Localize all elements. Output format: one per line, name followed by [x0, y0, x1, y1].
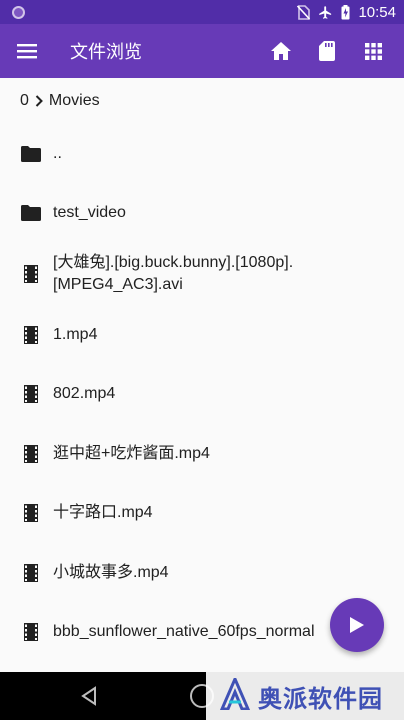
breadcrumb-root[interactable]: 0 [20, 92, 29, 110]
menu-button[interactable] [0, 24, 54, 78]
play-fab-button[interactable] [330, 598, 384, 652]
film-icon [20, 263, 42, 285]
app-bar: 文件浏览 [0, 24, 404, 78]
chevron-right-icon [35, 95, 43, 107]
airplane-icon [318, 5, 333, 20]
item-name: test_video [53, 204, 126, 222]
app-title: 文件浏览 [70, 42, 142, 63]
list-item[interactable]: .. [0, 124, 404, 184]
file-list: .. test_video [大雄兔].[big.buck.bunny].[10… [0, 124, 404, 662]
breadcrumb: 0 Movies [0, 78, 404, 124]
battery-charging-icon [341, 4, 350, 20]
item-name: 1.mp4 [53, 325, 98, 343]
menu-icon [17, 44, 37, 59]
watermark-text: 奥派软件园 [258, 684, 383, 713]
sd-card-button[interactable] [304, 24, 350, 78]
item-name: .. [53, 144, 62, 162]
status-left [12, 5, 25, 19]
film-icon [20, 383, 42, 405]
watermark-logo-icon [219, 675, 251, 714]
play-icon [350, 617, 364, 633]
folder-icon [20, 202, 42, 224]
film-icon [20, 562, 42, 584]
home-icon [271, 42, 291, 60]
status-bar: 10:54 [0, 0, 404, 24]
film-icon [20, 502, 42, 524]
list-item[interactable]: [大雄兔].[big.buck.bunny].[1080p].[MPEG4_AC… [0, 243, 404, 305]
list-item[interactable]: 逛中超+吃炸酱面.mp4 [0, 424, 404, 484]
status-right: 10:54 [297, 4, 396, 21]
film-icon [20, 443, 42, 465]
item-name: 802.mp4 [53, 385, 116, 403]
list-item[interactable]: test_video [0, 184, 404, 244]
watermark: 奥派软件园 [206, 672, 404, 720]
notification-dot-icon [12, 5, 25, 19]
item-name: [大雄兔].[big.buck.bunny].[1080p].[MPEG4_AC… [53, 254, 294, 293]
list-item[interactable]: 十字路口.mp4 [0, 484, 404, 544]
list-item[interactable]: 小城故事多.mp4 [0, 543, 404, 603]
back-icon[interactable] [80, 686, 98, 710]
list-item[interactable]: 1.mp4 [0, 305, 404, 365]
item-name: bbb_sunflower_native_60fps_normal [53, 623, 315, 641]
sd-card-icon [319, 41, 335, 61]
item-name: 小城故事多.mp4 [53, 563, 169, 581]
film-icon [20, 621, 42, 643]
breadcrumb-current[interactable]: Movies [49, 92, 100, 110]
item-name: 逛中超+吃炸酱面.mp4 [53, 444, 210, 462]
screen: 10:54 文件浏览 0 Movies .. test_video [大雄兔].… [0, 0, 404, 720]
status-time: 10:54 [358, 3, 396, 21]
grid-icon [364, 42, 382, 60]
list-item[interactable]: 802.mp4 [0, 365, 404, 425]
no-sim-icon [297, 4, 311, 20]
folder-icon [20, 143, 42, 165]
app-bar-actions [258, 24, 396, 78]
film-icon [20, 324, 42, 346]
home-button[interactable] [258, 24, 304, 78]
grid-view-button[interactable] [350, 24, 396, 78]
item-name: 十字路口.mp4 [53, 504, 153, 522]
